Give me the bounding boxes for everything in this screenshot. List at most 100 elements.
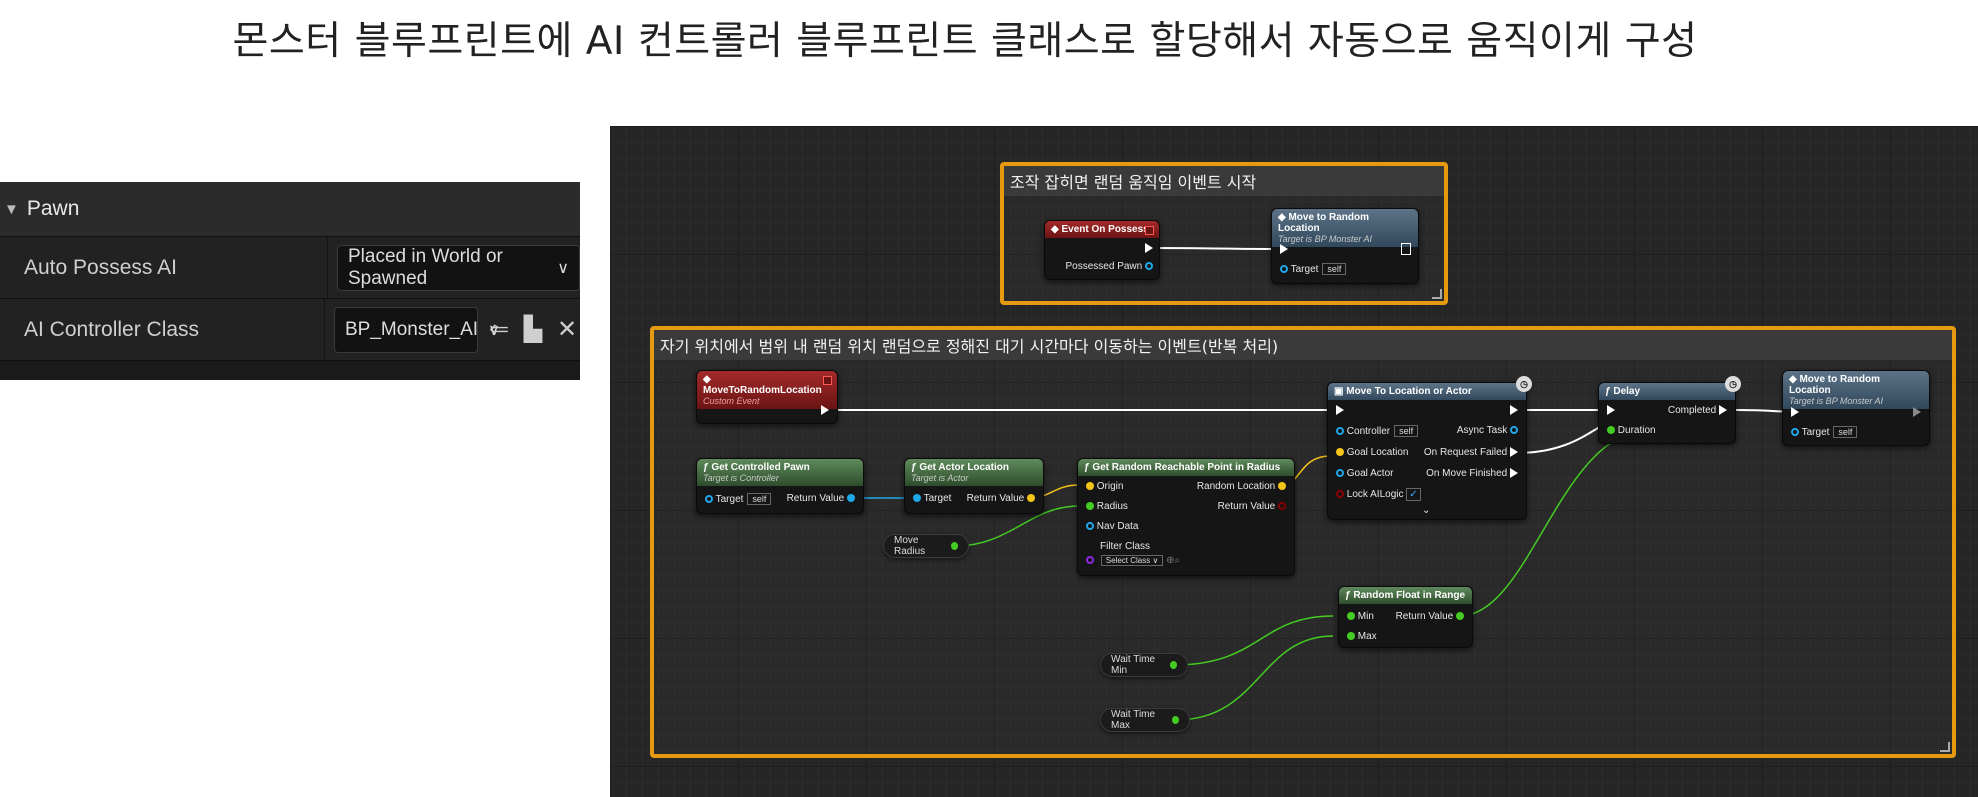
pin-label: Return Value [1217, 501, 1276, 512]
auto-possess-value: Placed in World or Spawned [348, 245, 503, 289]
var-wait-time-min[interactable]: Wait Time Min [1100, 653, 1188, 677]
float-pin-icon[interactable] [1607, 426, 1615, 435]
object-pin-icon[interactable] [1145, 262, 1153, 271]
collapse-arrow-icon[interactable]: ▼ [4, 201, 19, 218]
blueprint-graph[interactable]: 조작 잡히면 랜덤 움직임 이벤트 시작 자기 위치에서 범위 내 랜덤 위치 … [610, 126, 1978, 797]
delegate-pin-icon[interactable] [1145, 226, 1154, 235]
pawn-section-header[interactable]: ▼ Pawn [0, 182, 580, 237]
event-icon: ◆ [1051, 224, 1062, 235]
exec-out-pin[interactable] [1145, 243, 1153, 254]
self-field[interactable]: self [1394, 425, 1419, 437]
class-pin-icon[interactable] [1086, 556, 1094, 565]
pin-label: Origin [1096, 481, 1124, 492]
checkbox-checked-icon[interactable]: ✓ [1406, 488, 1421, 501]
float-pin-icon[interactable] [1347, 612, 1355, 621]
object-pin-icon[interactable] [1086, 522, 1094, 531]
pin-label: Return Value [786, 493, 845, 504]
node-get-controlled-pawn[interactable]: ƒ Get Controlled Pawn Target is Controlle… [696, 458, 864, 514]
node-get-random-reachable-point[interactable]: ƒ Get Random Reachable Point in Radius O… [1077, 458, 1295, 576]
float-pin-icon[interactable] [1456, 612, 1464, 621]
latent-clock-icon: ◷ [1725, 376, 1741, 392]
delegate-pin-icon[interactable] [823, 376, 832, 385]
vector-pin-icon[interactable] [1336, 448, 1344, 457]
function-icon: ▣ [1334, 386, 1347, 397]
browse-icon[interactable]: ⇐ [486, 315, 512, 344]
object-pin-icon[interactable] [1336, 427, 1344, 436]
object-pin-icon[interactable] [1336, 469, 1344, 478]
vector-pin-icon[interactable] [1027, 494, 1035, 503]
bool-pin-icon[interactable] [1336, 490, 1344, 499]
function-icon: ◆ [1278, 212, 1289, 223]
node-move-random-2[interactable]: ◆ Move to Random Location Target is BP Mo… [1782, 370, 1930, 446]
float-pin-icon[interactable] [1169, 661, 1177, 669]
float-pin-icon[interactable] [950, 542, 958, 550]
exec-in-pin[interactable] [1336, 405, 1344, 416]
exec-out-pin[interactable] [1510, 405, 1518, 416]
node-subtitle: Custom Event [703, 396, 760, 406]
float-pin-icon[interactable] [1347, 632, 1355, 641]
auto-possess-dropdown[interactable]: Placed in World or Spawned ∨ [337, 244, 580, 291]
object-pin-icon[interactable] [1510, 426, 1518, 435]
pin-label: Completed [1667, 405, 1717, 416]
vector-pin-icon[interactable] [1086, 482, 1094, 491]
var-move-radius[interactable]: Move Radius [883, 534, 969, 558]
ai-controller-label: AI Controller Class [0, 299, 325, 360]
exec-out-pin[interactable] [1401, 243, 1411, 256]
pin-label: Nav Data [1096, 521, 1139, 532]
self-field[interactable]: self [1833, 426, 1858, 438]
float-pin-icon[interactable] [1086, 502, 1094, 511]
exec-out-pin[interactable] [1913, 407, 1921, 418]
node-title: Random Float in Range [1353, 590, 1466, 601]
pin-label: Radius [1096, 501, 1128, 512]
pin-label: Goal Actor [1346, 468, 1394, 479]
pin-label: Possessed Pawn [1065, 261, 1143, 272]
node-title: Delay [1613, 386, 1641, 397]
vector-pin-icon[interactable] [1278, 482, 1286, 491]
exec-in-pin[interactable] [1791, 407, 1799, 418]
select-class-dropdown[interactable]: Select Class ∨ [1100, 555, 1164, 566]
pin-label: Lock AILogic [1346, 489, 1404, 500]
pin-label: Async Task [1456, 425, 1508, 436]
expand-chevron-icon[interactable]: ⌄ [1422, 505, 1430, 516]
event-icon: ◆ [703, 374, 711, 385]
object-pin-icon[interactable] [1280, 265, 1288, 274]
self-field[interactable]: self [747, 493, 772, 505]
page-title: 몬스터 블루프린트에 AI 컨트롤러 블루프린트 클래스로 할당해서 자동으로 … [232, 19, 1698, 64]
object-pin-icon[interactable] [1791, 428, 1799, 437]
node-title: Move to Random Location [1278, 212, 1370, 234]
node-move-to-location[interactable]: ▣ Move To Location or Actor ◷ Controller s… [1327, 376, 1532, 520]
node-subtitle: Target is BP Monster AI [1789, 396, 1884, 406]
node-event-on-possess[interactable]: ◆ Event On Possess Possessed Pawn [1044, 220, 1160, 280]
node-title: Move to Random Location [1789, 374, 1881, 396]
resize-handle-icon[interactable] [1940, 742, 1950, 752]
latent-clock-icon: ◷ [1516, 376, 1532, 392]
object-pin-icon[interactable] [913, 494, 921, 503]
exec-in-pin[interactable] [1607, 405, 1615, 416]
browse-icon[interactable]: ⊕⌕ [1166, 555, 1180, 566]
pin-label: Duration [1617, 425, 1656, 436]
self-field[interactable]: self [1322, 263, 1347, 275]
pin-label: Target [715, 494, 744, 505]
comment-loop[interactable]: 자기 위치에서 범위 내 랜덤 위치 랜덤으로 정해진 대기 시간마다 이동하는… [650, 326, 1956, 758]
clear-icon[interactable]: ✕ [554, 315, 580, 344]
exec-in-pin[interactable] [1280, 244, 1288, 255]
node-delay[interactable]: ƒ Delay ◷ Completed Duration [1598, 376, 1741, 444]
details-panel: ▼ Pawn Auto Possess AI Placed in World o… [0, 182, 580, 380]
ai-controller-dropdown[interactable]: BP_Monster_AI ∨ [334, 306, 500, 353]
node-random-float-in-range[interactable]: ƒ Random Float in Range Min Max Return V… [1338, 586, 1473, 648]
auto-possess-row: Auto Possess AI Placed in World or Spawn… [0, 237, 580, 299]
node-get-actor-location[interactable]: ƒ Get Actor Location Target is Actor Targ… [904, 458, 1044, 514]
var-wait-time-max[interactable]: Wait Time Max [1100, 708, 1190, 732]
resize-handle-icon[interactable] [1432, 289, 1442, 299]
exec-out-pin[interactable] [821, 405, 829, 416]
use-selected-icon[interactable]: ▙ [520, 315, 546, 344]
pin-label: On Request Failed [1423, 447, 1508, 458]
pill-label: Wait Time Min [1111, 654, 1156, 676]
node-custom-event[interactable]: ◆ MoveToRandomLocation Custom Event [696, 370, 838, 424]
float-pin-icon[interactable] [1171, 716, 1179, 724]
object-pin-icon[interactable] [705, 495, 713, 504]
object-pin-icon[interactable] [847, 494, 855, 503]
pin-label: Random Location [1196, 481, 1276, 492]
node-move-random-1[interactable]: ◆ Move to Random Location Target is BP Mo… [1271, 208, 1419, 284]
bool-pin-icon[interactable] [1278, 502, 1286, 511]
